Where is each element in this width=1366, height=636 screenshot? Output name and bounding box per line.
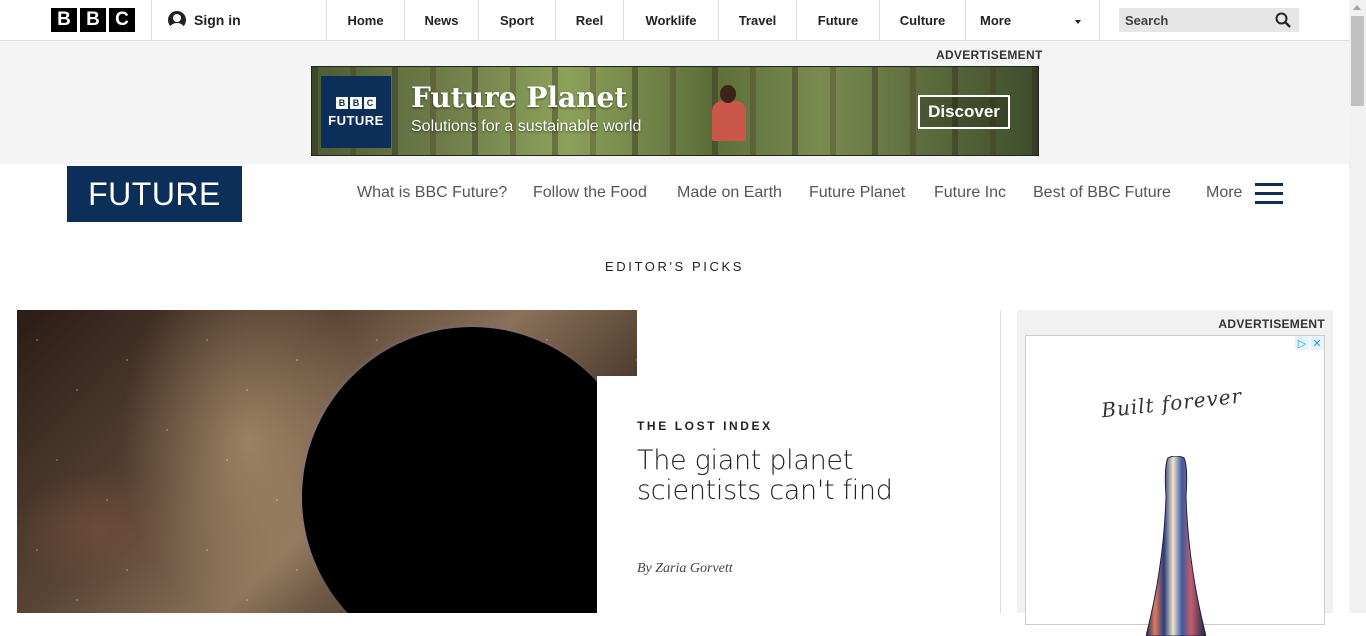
column-divider — [1000, 310, 1001, 613]
close-icon[interactable]: ✕ — [1310, 336, 1324, 350]
section-nav-made-on-earth[interactable]: Made on Earth — [677, 184, 782, 202]
section-nav-follow-the-food[interactable]: Follow the Food — [533, 184, 647, 202]
nav-worklife[interactable]: Worklife — [623, 0, 718, 40]
ad-logo-letter: C — [364, 96, 376, 109]
article-kicker[interactable]: THE LOST INDEX — [637, 419, 773, 433]
scrollbar-thumb[interactable] — [1351, 16, 1364, 106]
hamburger-menu-icon[interactable] — [1255, 183, 1283, 205]
ad-title: Future Planet — [411, 81, 628, 114]
ad-logo-letter: B — [350, 96, 362, 109]
nav-news[interactable]: News — [404, 0, 478, 40]
user-icon — [168, 11, 186, 29]
global-navigation-bar: B B C Sign in Home News Sport Reel Workl… — [0, 0, 1349, 41]
side-ad-region: ADVERTISEMENT ▷ ✕ Built forever — [1017, 310, 1333, 636]
nav-travel[interactable]: Travel — [718, 0, 796, 40]
section-nav-more[interactable]: More — [1206, 184, 1242, 202]
article-headline[interactable]: The giant planet scientists can't find — [637, 446, 967, 506]
ad-logo-brand: FUTURE — [328, 112, 384, 128]
nav-reel[interactable]: Reel — [555, 0, 623, 40]
top-ad-region: ADVERTISEMENT B B C FUTURE Future Planet… — [0, 41, 1349, 164]
search-box — [1119, 8, 1299, 32]
adchoices-controls: ▷ ✕ — [1295, 336, 1324, 350]
ad-label: ADVERTISEMENT — [936, 48, 1043, 62]
adchoices-icon[interactable]: ▷ — [1295, 336, 1309, 350]
page-scrollbar[interactable] — [1349, 0, 1366, 613]
sign-in-link[interactable]: Sign in — [168, 11, 241, 29]
ad-signature: Built forever — [1100, 383, 1244, 423]
bbc-logo-letter: B — [51, 8, 77, 32]
ad-logo-letter: B — [336, 96, 348, 109]
nav-future[interactable]: Future — [796, 0, 879, 40]
editors-picks-heading: EDITOR'S PICKS — [604, 259, 745, 274]
hero-image-cutout — [597, 376, 637, 613]
section-nav-best-of-bbc-future[interactable]: Best of BBC Future — [1033, 184, 1171, 202]
nav-more-label: More — [980, 12, 1012, 28]
discover-button[interactable]: Discover — [918, 95, 1010, 129]
article-byline: By Zaria Gorvett — [637, 561, 733, 576]
search-input[interactable] — [1125, 12, 1265, 28]
scroll-up-arrow-icon[interactable] — [1353, 5, 1361, 10]
article-hero-image[interactable] — [17, 310, 637, 613]
search-icon[interactable] — [1275, 12, 1291, 28]
bbc-logo[interactable]: B B C — [51, 8, 135, 32]
section-nav-future-planet[interactable]: Future Planet — [809, 184, 905, 202]
nav-more-dropdown[interactable]: More — [965, 0, 1100, 40]
nav-home[interactable]: Home — [326, 0, 404, 40]
sign-in-label: Sign in — [194, 12, 241, 28]
bbc-logo-letter: B — [80, 8, 106, 32]
side-ad-label: ADVERTISEMENT — [1218, 317, 1325, 331]
side-ad-creative[interactable]: ▷ ✕ Built forever — [1025, 335, 1325, 636]
chevron-down-icon — [1075, 19, 1081, 24]
person-image — [712, 85, 746, 141]
bbc-future-ad-logo: B B C FUTURE — [321, 76, 391, 148]
vase-image — [1146, 456, 1206, 636]
ad-banner[interactable]: B B C FUTURE Future Planet Solutions for… — [311, 66, 1039, 156]
future-logo[interactable]: FUTURE — [67, 166, 242, 222]
nav-culture[interactable]: Culture — [879, 0, 965, 40]
bbc-logo-letter: C — [109, 8, 135, 32]
nav-sport[interactable]: Sport — [478, 0, 555, 40]
section-nav-future-inc[interactable]: Future Inc — [934, 184, 1006, 202]
ad-subtitle: Solutions for a sustainable world — [411, 118, 642, 135]
global-nav-links: Home News Sport Reel Worklife Travel Fut… — [326, 0, 1100, 40]
section-nav-what-is-bbc-future[interactable]: What is BBC Future? — [357, 184, 507, 202]
divider — [151, 0, 152, 40]
